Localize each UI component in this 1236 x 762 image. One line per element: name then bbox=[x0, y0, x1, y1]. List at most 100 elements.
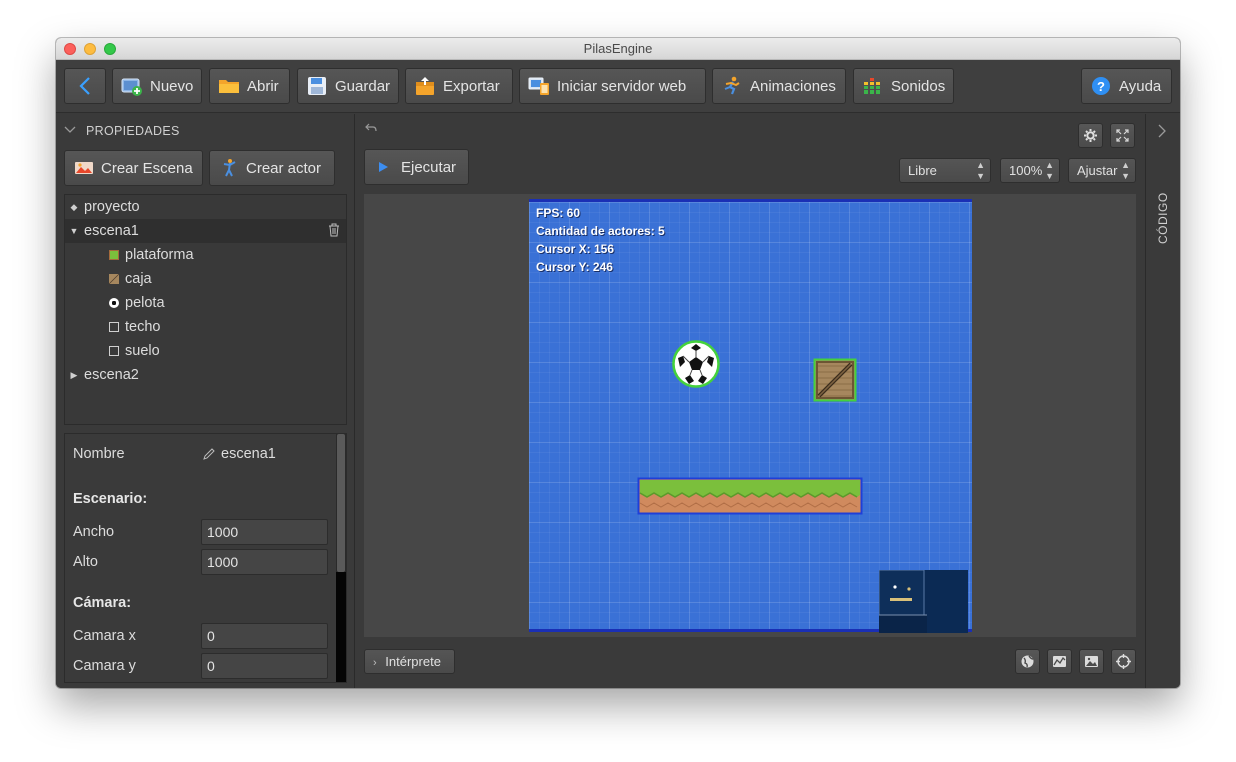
app-window: PilasEngine Nuevo Abrir Guardar Exportar… bbox=[56, 38, 1180, 688]
fit-select-value: Ajustar bbox=[1077, 163, 1118, 178]
chevron-left-icon bbox=[79, 77, 90, 95]
platform-thumbnail-icon bbox=[109, 250, 119, 260]
width-input[interactable]: 1000 bbox=[201, 519, 328, 545]
run-button-label: Ejecutar bbox=[401, 158, 457, 176]
box-thumbnail-icon bbox=[109, 274, 119, 284]
tree-item-label: plataforma bbox=[125, 247, 194, 263]
floppy-disk-icon bbox=[306, 76, 328, 96]
camera-x-input[interactable]: 0 bbox=[201, 623, 328, 649]
tree-item-label: escena2 bbox=[84, 367, 139, 383]
back-button[interactable] bbox=[64, 68, 106, 104]
performance-button[interactable] bbox=[1047, 649, 1072, 674]
tree-item-scene1[interactable]: ▼ escena1 bbox=[65, 219, 346, 243]
mode-select[interactable]: Libre ▲ ▼ bbox=[899, 158, 991, 183]
stage-bottom-bar: › Intérprete bbox=[356, 644, 1144, 688]
running-figure-icon bbox=[721, 76, 743, 96]
scene-icon bbox=[75, 162, 93, 174]
interpreter-toggle[interactable]: › Intérprete bbox=[364, 649, 455, 674]
physics-toggle-button[interactable] bbox=[1015, 649, 1040, 674]
caret-right-icon: ▶ bbox=[70, 369, 78, 380]
devices-icon bbox=[528, 76, 550, 96]
properties-scrollbar[interactable] bbox=[336, 434, 346, 682]
pencil-icon bbox=[203, 448, 215, 460]
name-label: Nombre bbox=[73, 446, 125, 462]
globe-icon bbox=[1021, 655, 1034, 668]
chevron-down-icon bbox=[64, 125, 76, 137]
start-web-server-button[interactable]: Iniciar servidor web bbox=[519, 68, 706, 104]
open-button-label: Abrir bbox=[247, 77, 279, 95]
ball-actor[interactable] bbox=[672, 340, 720, 388]
help-label: Ayuda bbox=[1119, 77, 1162, 95]
window-title: PilasEngine bbox=[583, 41, 653, 56]
fullscreen-button[interactable] bbox=[1110, 123, 1135, 148]
code-panel-label: CÓDIGO bbox=[1156, 192, 1170, 244]
crosshair-icon bbox=[1116, 654, 1131, 669]
hud-fps: FPS: 60 bbox=[536, 206, 581, 220]
start-web-server-label: Iniciar servidor web bbox=[557, 77, 687, 95]
code-panel-collapsed[interactable]: CÓDIGO bbox=[1145, 114, 1180, 688]
tree-item-actor[interactable]: pelota bbox=[65, 291, 346, 315]
updown-arrows-icon: ▲ ▼ bbox=[1045, 160, 1054, 181]
sounds-button[interactable]: Sonidos bbox=[853, 68, 954, 104]
minimize-window-button[interactable] bbox=[84, 43, 96, 55]
scrollbar-track bbox=[336, 572, 346, 682]
fit-select[interactable]: Ajustar ▲ ▼ bbox=[1068, 158, 1136, 183]
platform-actor[interactable] bbox=[637, 477, 863, 515]
chevron-right-icon[interactable] bbox=[1158, 124, 1166, 141]
tree-item-label: proyecto bbox=[84, 199, 140, 215]
tree-item-actor[interactable]: plataforma bbox=[65, 243, 346, 267]
empty-thumbnail-icon bbox=[109, 322, 119, 332]
open-button[interactable]: Abrir bbox=[209, 68, 290, 104]
animations-label: Animaciones bbox=[750, 77, 836, 95]
position-crosshair-button[interactable] bbox=[1111, 649, 1136, 674]
create-actor-button[interactable]: Crear actor bbox=[209, 150, 335, 186]
tree-item-project[interactable]: ◆ proyecto bbox=[65, 195, 346, 219]
game-stage[interactable]: FPS: 60 Cantidad de actores: 5 Cursor X:… bbox=[529, 199, 972, 632]
stage-editor: Ejecutar Libre ▲ ▼ 100% ▲ ▼ Ajustar ▲ ▼ FPS… bbox=[356, 114, 1144, 688]
chevron-right-icon: › bbox=[373, 657, 377, 669]
export-button[interactable]: Exportar bbox=[405, 68, 513, 104]
settings-button[interactable] bbox=[1078, 123, 1103, 148]
screenshot-button[interactable] bbox=[1079, 649, 1104, 674]
updown-arrows-icon: ▲ ▼ bbox=[1121, 160, 1130, 181]
caret-down-icon: ▼ bbox=[69, 226, 79, 236]
equalizer-icon bbox=[862, 76, 884, 96]
run-button[interactable]: Ejecutar bbox=[364, 149, 469, 185]
tree-item-actor[interactable]: caja bbox=[65, 267, 346, 291]
zoom-select[interactable]: 100% ▲ ▼ bbox=[1000, 158, 1060, 183]
properties-form: Nombre escena1 Escenario: Ancho 1000 Alt… bbox=[64, 433, 347, 683]
tree-item-label: escena1 bbox=[84, 223, 139, 239]
tree-item-label: pelota bbox=[125, 295, 165, 311]
camera-y-input[interactable]: 0 bbox=[201, 653, 328, 679]
maximize-window-button[interactable] bbox=[104, 43, 116, 55]
game-canvas-area[interactable]: FPS: 60 Cantidad de actores: 5 Cursor X:… bbox=[364, 194, 1136, 637]
main-toolbar: Nuevo Abrir Guardar Exportar Iniciar ser bbox=[56, 60, 1180, 113]
tree-item-label: techo bbox=[125, 319, 161, 335]
trash-icon[interactable] bbox=[328, 223, 340, 237]
export-box-icon bbox=[414, 76, 436, 96]
tree-item-scene2[interactable]: ▶ escena2 bbox=[65, 363, 346, 387]
save-button[interactable]: Guardar bbox=[297, 68, 399, 104]
new-button[interactable]: Nuevo bbox=[112, 68, 202, 104]
scrollbar-thumb[interactable] bbox=[337, 434, 345, 572]
properties-header[interactable]: PROPIEDADES bbox=[64, 124, 180, 138]
undo-icon[interactable] bbox=[365, 122, 377, 136]
camera-y-label: Camara y bbox=[73, 658, 136, 674]
height-input[interactable]: 1000 bbox=[201, 549, 328, 575]
animations-button[interactable]: Animaciones bbox=[712, 68, 846, 104]
close-window-button[interactable] bbox=[64, 43, 76, 55]
help-button[interactable]: ? Ayuda bbox=[1081, 68, 1172, 104]
tree-item-actor[interactable]: suelo bbox=[65, 339, 346, 363]
tree-item-actor[interactable]: techo bbox=[65, 315, 346, 339]
svg-text:?: ? bbox=[1097, 79, 1105, 94]
camera-x-label: Camara x bbox=[73, 628, 136, 644]
empty-thumbnail-icon bbox=[109, 346, 119, 356]
save-button-label: Guardar bbox=[335, 77, 391, 95]
crate-actor[interactable] bbox=[813, 358, 857, 402]
create-scene-button[interactable]: Crear Escena bbox=[64, 150, 203, 186]
gear-icon bbox=[1084, 129, 1097, 142]
play-icon bbox=[379, 162, 388, 172]
minimap-widget[interactable] bbox=[879, 570, 968, 633]
name-value[interactable]: escena1 bbox=[203, 446, 276, 462]
title-bar: PilasEngine bbox=[56, 38, 1180, 60]
